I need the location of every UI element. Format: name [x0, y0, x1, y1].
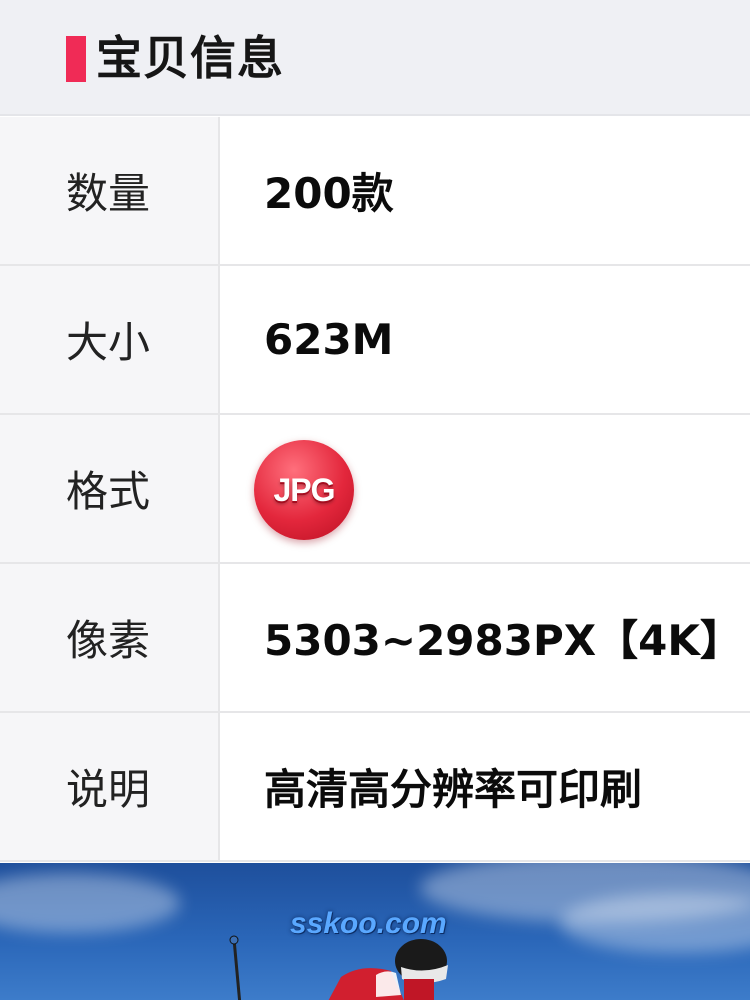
value-cell: JPG — [220, 415, 750, 562]
table-row-size: 大小 623M — [0, 266, 750, 415]
table-row-quantity: 数量 200款 — [0, 117, 750, 266]
label-cell: 格式 — [0, 415, 220, 562]
row-label: 像素 — [66, 616, 151, 665]
section-title: 宝贝信息 — [96, 31, 284, 85]
jpg-format-icon: JPG — [254, 440, 354, 540]
row-value: 623M — [264, 315, 394, 364]
row-label: 数量 — [66, 169, 151, 218]
accent-bar — [66, 36, 86, 82]
value-cell: 623M — [220, 266, 750, 413]
value-cell: 高清高分辨率可印刷 — [220, 713, 750, 860]
value-cell: 200款 — [220, 117, 750, 264]
label-cell: 像素 — [0, 564, 220, 711]
skier-image — [229, 935, 448, 1000]
row-value: 200款 — [264, 169, 394, 218]
row-value: 高清高分辨率可印刷 — [264, 765, 643, 814]
table-row-description: 说明 高清高分辨率可印刷 — [0, 713, 750, 862]
row-label: 格式 — [66, 467, 151, 516]
table-row-format: 格式 JPG — [0, 415, 750, 564]
info-table: 数量 200款 大小 623M 格式 JPG 像素 5303~2983PX【4K… — [0, 117, 750, 862]
preview-photo: sskoo.com — [0, 863, 750, 1000]
row-label: 大小 — [66, 318, 151, 367]
value-cell: 5303~2983PX【4K】 — [220, 564, 750, 711]
row-label: 说明 — [66, 765, 151, 814]
label-cell: 数量 — [0, 117, 220, 264]
table-row-resolution: 像素 5303~2983PX【4K】 — [0, 564, 750, 713]
section-header: 宝贝信息 — [0, 0, 750, 116]
row-value: 5303~2983PX【4K】 — [264, 616, 742, 665]
label-cell: 大小 — [0, 266, 220, 413]
label-cell: 说明 — [0, 713, 220, 860]
format-badge-label: JPG — [273, 471, 335, 508]
